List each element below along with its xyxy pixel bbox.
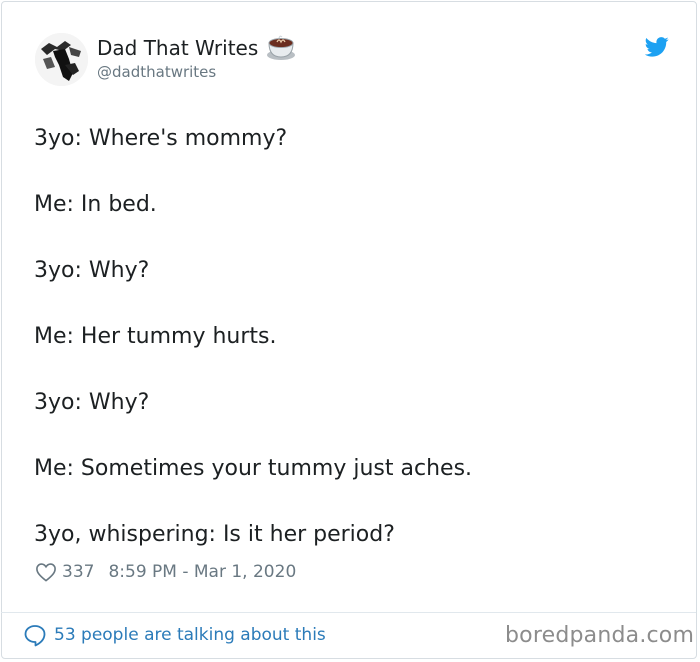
tweet-line: Me: Sometimes your tummy just aches. — [34, 456, 473, 481]
avatar[interactable] — [35, 33, 88, 86]
display-name[interactable]: Dad That Writes — [97, 36, 258, 60]
hot-beverage-icon — [267, 35, 296, 60]
tweet-meta: 337 8:59 PM - Mar 1, 2020 — [35, 562, 296, 582]
speech-bubble-icon — [24, 625, 46, 647]
author-name-row: Dad That Writes — [97, 35, 296, 61]
watermark: boredpanda.com — [505, 623, 695, 648]
like-count[interactable]: 337 — [62, 562, 94, 582]
tweet-line: 3yo, whispering: Is it her period? — [34, 522, 395, 547]
conversation-link-label[interactable]: 53 people are talking about this — [54, 625, 326, 645]
tweet-line: 3yo: Why? — [34, 390, 150, 415]
twitter-bird-icon[interactable] — [645, 37, 669, 57]
tweet-line: Me: Her tummy hurts. — [34, 324, 277, 349]
tweet-body: 3yo: Where's mommy? Me: In bed. 3yo: Why… — [34, 122, 664, 584]
tweet-line: Me: In bed. — [34, 192, 157, 217]
conversation-link[interactable]: 53 people are talking about this — [23, 623, 326, 647]
tweet-card: Dad That Writes @dadthatwrites 3yo: Wher… — [1, 1, 697, 659]
timestamp[interactable]: 8:59 PM - Mar 1, 2020 — [108, 562, 296, 582]
user-handle[interactable]: @dadthatwrites — [97, 63, 216, 81]
tweet-line: 3yo: Where's mommy? — [34, 126, 288, 151]
tweet-line: 3yo: Why? — [34, 258, 150, 283]
divider — [1, 612, 696, 613]
heart-icon[interactable] — [35, 562, 57, 582]
